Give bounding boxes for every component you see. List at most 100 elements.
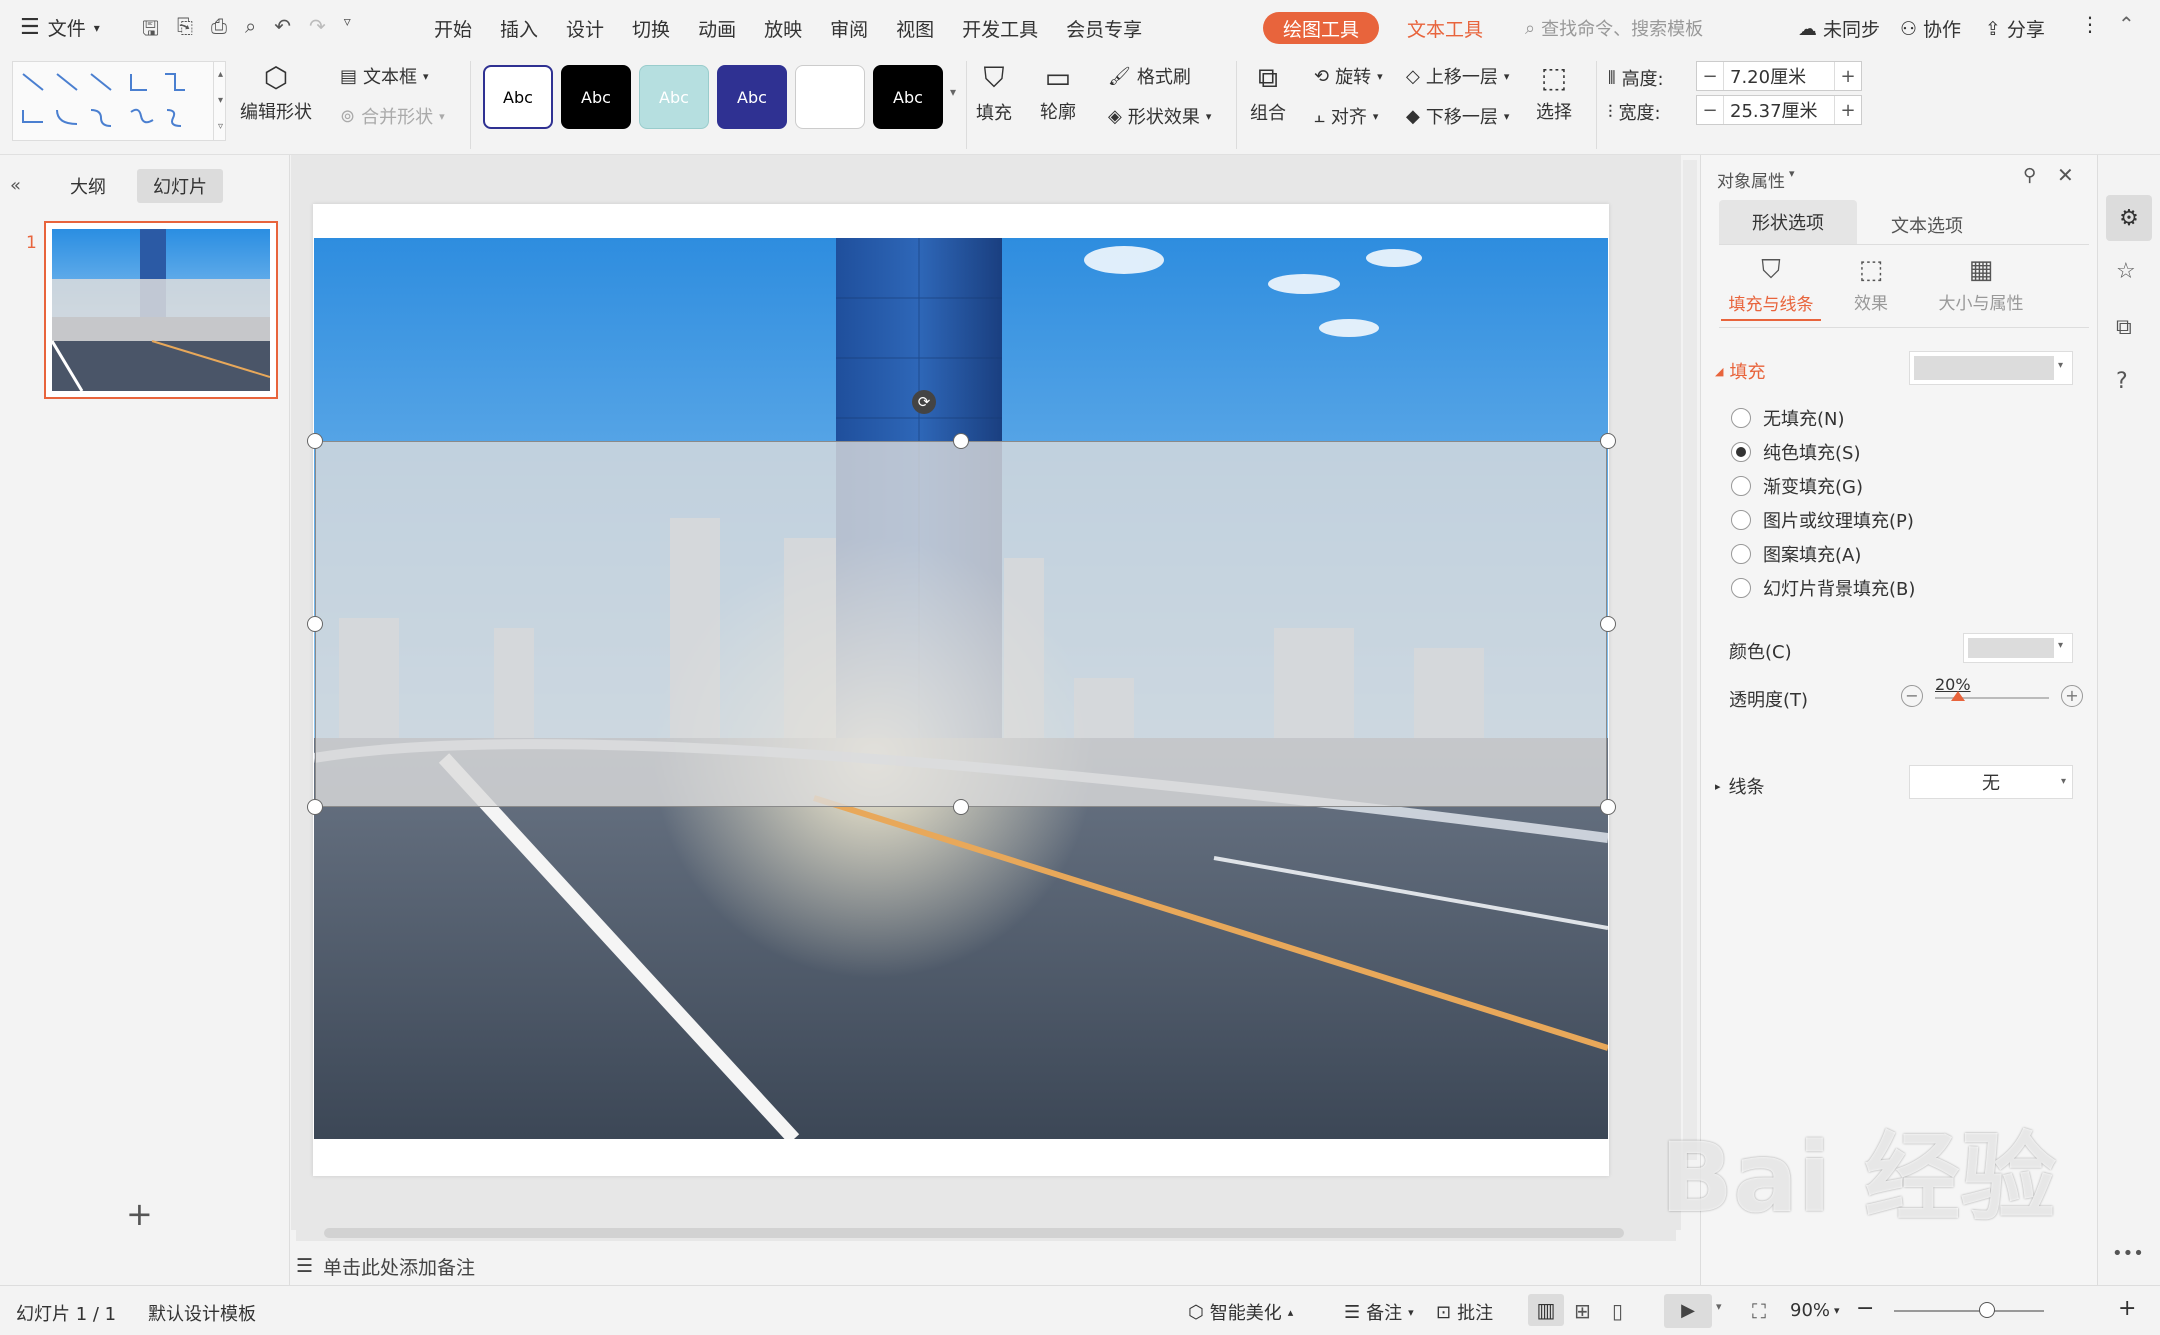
tab-view[interactable]: 视图	[882, 15, 948, 42]
radio-solid-fill[interactable]: 纯色填充(S)	[1731, 439, 1860, 465]
vertical-scrollbar[interactable]	[1683, 160, 1697, 1160]
sorter-view-icon[interactable]: ⊞	[1574, 1299, 1591, 1323]
file-menu[interactable]: ☰ 文件 ▾	[20, 14, 100, 41]
tab-design[interactable]: 设计	[552, 15, 618, 42]
radio-gradient-fill[interactable]: 渐变填充(G)	[1731, 473, 1863, 499]
collapse-panel-icon[interactable]: «	[10, 175, 21, 196]
template-name[interactable]: 默认设计模板	[148, 1300, 256, 1326]
style-preset-teal[interactable]: Abc	[639, 65, 709, 129]
collapse-ribbon-icon[interactable]: ⌃	[2118, 12, 2135, 36]
transparency-slider[interactable]: 20%	[1935, 675, 2049, 711]
gallery-scroll[interactable]: ▴ ▾ ▿	[213, 62, 227, 140]
comments-button[interactable]: ⊡ 批注	[1436, 1299, 1493, 1325]
height-value[interactable]: 7.20厘米	[1723, 62, 1835, 90]
width-decrease[interactable]: −	[1697, 100, 1723, 121]
style-preset-black-2[interactable]: Abc	[873, 65, 943, 129]
width-increase[interactable]: +	[1835, 100, 1861, 121]
notes-toggle-button[interactable]: ☰ 备注 ▾	[1344, 1299, 1414, 1325]
resize-handle-top[interactable]	[953, 433, 969, 449]
star-icon[interactable]: ☆	[2116, 259, 2136, 284]
resize-handle-right[interactable]	[1600, 616, 1616, 632]
format-painter-button[interactable]: 🖌 格式刷	[1108, 63, 1191, 89]
radio-background-fill[interactable]: 幻灯片背景填充(B)	[1731, 575, 1915, 601]
add-slide-button[interactable]: +	[126, 1195, 153, 1233]
horizontal-scrollbar[interactable]	[296, 1225, 1676, 1241]
sync-button[interactable]: ☁ 未同步	[1798, 15, 1880, 42]
zoom-out-button[interactable]: −	[1856, 1296, 1874, 1321]
export-icon[interactable]: ⎘	[177, 14, 193, 48]
rotate-button[interactable]: ⟲ 旋转 ▾	[1314, 63, 1383, 89]
line-dropdown[interactable]: 无 ▾	[1909, 765, 2073, 799]
width-stepper[interactable]: − 25.37厘米 +	[1696, 95, 1862, 125]
group-button[interactable]: ⧉ 组合	[1250, 61, 1286, 125]
radio-pattern-fill[interactable]: 图案填充(A)	[1731, 541, 1861, 567]
selected-rectangle-shape[interactable]	[315, 441, 1607, 807]
tab-animation[interactable]: 动画	[684, 15, 750, 42]
fit-window-icon[interactable]: ⛶	[1752, 1299, 1766, 1323]
radio-no-fill[interactable]: 无填充(N)	[1731, 405, 1845, 431]
radio-picture-fill[interactable]: 图片或纹理填充(P)	[1731, 507, 1914, 533]
tab-member[interactable]: 会员专享	[1052, 15, 1156, 42]
style-gallery-more-icon[interactable]: ▾	[950, 85, 956, 99]
undo-icon[interactable]: ↶	[274, 14, 291, 48]
help-icon[interactable]: ?	[2116, 369, 2128, 394]
select-button[interactable]: ⬚ 选择	[1536, 61, 1572, 124]
text-box-button[interactable]: ▤ 文本框 ▾	[340, 63, 429, 89]
slide[interactable]: ⟳	[307, 204, 1616, 1176]
print-preview-icon[interactable]: ⌕	[245, 14, 256, 48]
height-decrease[interactable]: −	[1697, 66, 1723, 87]
collab-button[interactable]: ⚇ 协作	[1900, 15, 1961, 42]
slide-thumbnail[interactable]	[44, 221, 278, 399]
fill-color-dropdown[interactable]: ▾	[1909, 351, 2073, 385]
tab-review[interactable]: 审阅	[816, 15, 882, 42]
transparency-decrease[interactable]: −	[1901, 685, 1923, 707]
align-button[interactable]: ⫠ 对齐 ▾	[1314, 103, 1378, 129]
resize-handle-bottom-right[interactable]	[1600, 799, 1616, 815]
tab-drawing-tools[interactable]: 绘图工具	[1263, 12, 1380, 44]
tab-slideshow[interactable]: 放映	[750, 15, 816, 42]
outline-button[interactable]: ▭ 轮廓	[1040, 61, 1076, 124]
height-stepper[interactable]: − 7.20厘米 +	[1696, 61, 1862, 91]
print-icon[interactable]: ⎙	[211, 14, 227, 48]
slider-thumb[interactable]	[1950, 691, 1965, 701]
zoom-in-button[interactable]: +	[2118, 1296, 2136, 1321]
fill-button[interactable]: ⛉ 填充	[976, 61, 1012, 125]
style-preset-black[interactable]: Abc	[561, 65, 631, 129]
tab-developer[interactable]: 开发工具	[948, 15, 1052, 42]
play-button[interactable]: ▶	[1664, 1294, 1712, 1328]
fill-section-header[interactable]: ◢ 填充	[1715, 358, 1765, 384]
tab-text-options[interactable]: 文本选项	[1891, 212, 1963, 238]
shape-effect-button[interactable]: ◈ 形状效果 ▾	[1108, 103, 1211, 129]
redo-icon[interactable]: ↷	[309, 14, 326, 48]
resize-handle-bottom[interactable]	[953, 799, 969, 815]
smart-beautify-button[interactable]: ⬡ 智能美化 ▴	[1188, 1299, 1293, 1325]
resize-handle-top-right[interactable]	[1600, 433, 1616, 449]
more-options-icon[interactable]: •••	[2112, 1243, 2144, 1264]
search-box[interactable]: ⌕ 查找命令、搜索模板	[1525, 15, 1703, 41]
style-preset-white[interactable]	[795, 65, 865, 129]
share-button[interactable]: ⇪ 分享	[1985, 15, 2045, 42]
tab-outline[interactable]: 大纲	[70, 173, 106, 199]
tab-slides[interactable]: 幻灯片	[137, 169, 223, 203]
resize-handle-top-left[interactable]	[307, 433, 323, 449]
send-backward-button[interactable]: ◆ 下移一层 ▾	[1406, 103, 1509, 129]
notes-bar[interactable]: ☰ 单击此处添加备注	[296, 1248, 1680, 1284]
tab-transition[interactable]: 切换	[618, 15, 684, 42]
resize-handle-left[interactable]	[307, 616, 323, 632]
subtab-fill-line[interactable]: ⛉ 填充与线条	[1721, 255, 1821, 321]
line-shapes-gallery[interactable]: ▴ ▾ ▿	[12, 61, 226, 141]
tab-shape-options[interactable]: 形状选项	[1719, 200, 1857, 244]
zoom-level[interactable]: 90% ▾	[1790, 1300, 1840, 1321]
close-icon[interactable]: ✕	[2057, 163, 2074, 187]
tab-text-tools[interactable]: 文本工具	[1407, 15, 1483, 42]
line-section-header[interactable]: ▸ 线条	[1715, 773, 1765, 799]
properties-icon[interactable]: ⚙	[2106, 195, 2152, 241]
customize-icon[interactable]: ▿	[344, 14, 351, 48]
rotate-handle-icon[interactable]: ⟳	[912, 390, 936, 414]
tab-insert[interactable]: 插入	[486, 15, 552, 42]
style-preset-outline[interactable]: Abc	[483, 65, 553, 129]
more-icon[interactable]: ⋮	[2080, 12, 2100, 36]
zoom-slider-thumb[interactable]	[1979, 1302, 1995, 1318]
width-value[interactable]: 25.37厘米	[1723, 96, 1835, 124]
zoom-slider[interactable]	[1894, 1302, 2044, 1318]
